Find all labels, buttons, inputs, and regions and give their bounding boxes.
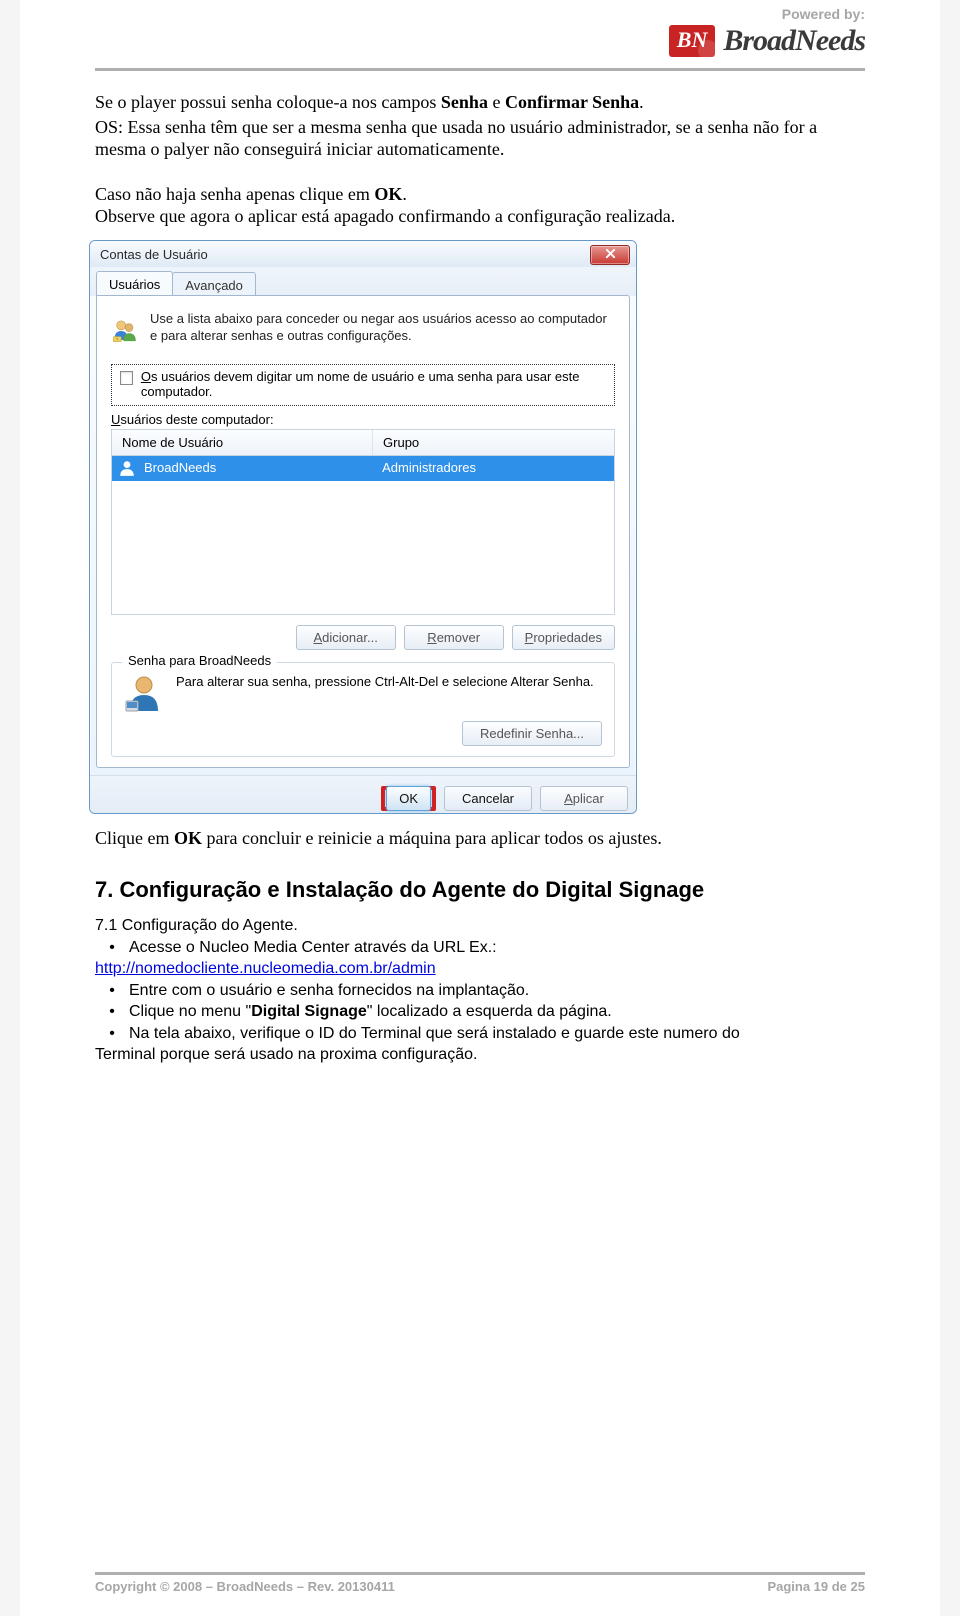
reset-password-button[interactable]: Redefinir Senha... bbox=[462, 721, 602, 746]
list-row-selected[interactable]: BroadNeeds Administradores bbox=[112, 456, 614, 481]
admin-url-link[interactable]: http://nomedocliente.nucleomedia.com.br/… bbox=[95, 960, 436, 977]
cancel-button[interactable]: Cancelar bbox=[444, 786, 532, 811]
paragraph-senha: Se o player possui senha coloque-a nos c… bbox=[95, 91, 865, 114]
tab-advanced[interactable]: Avançado bbox=[172, 272, 256, 297]
bullet-3: •Clique no menu "Digital Signage" locali… bbox=[95, 1001, 865, 1023]
header-divider bbox=[95, 68, 865, 71]
tab-strip: Usuários Avançado bbox=[90, 267, 636, 296]
footer-page-number: Pagina 19 de 25 bbox=[767, 1579, 865, 1594]
list-buttons: Adicionar... Remover Propriedades bbox=[111, 625, 615, 650]
close-icon bbox=[605, 247, 616, 262]
page-footer: Copyright © 2008 – BroadNeeds – Rev. 201… bbox=[95, 1572, 865, 1594]
dialog-titlebar: Contas de Usuário bbox=[90, 241, 636, 267]
document-page: Powered by: BN BroadNeeds Se o player po… bbox=[20, 0, 940, 1616]
bn-badge-icon: BN bbox=[669, 25, 716, 57]
user-accounts-dialog-screenshot: Contas de Usuário Usuários Avançado bbox=[89, 240, 865, 814]
ok-highlight-box: OK bbox=[381, 786, 436, 811]
users-list-label: Usuários deste computador: bbox=[111, 412, 615, 427]
bullet-4-continuation: Terminal porque será usado na proxima co… bbox=[95, 1044, 865, 1066]
bullet-4: •Na tela abaixo, verifique o ID do Termi… bbox=[95, 1023, 865, 1045]
add-button[interactable]: Adicionar... bbox=[296, 625, 396, 650]
dialog-footer-buttons: OK Cancelar Aplicar bbox=[90, 775, 636, 813]
intro-text: Use a lista abaixo para conceder ou nega… bbox=[150, 310, 615, 345]
users-icon bbox=[111, 310, 138, 352]
tab-users[interactable]: Usuários bbox=[96, 271, 173, 296]
users-listbox[interactable]: BroadNeeds Administradores bbox=[111, 455, 615, 615]
brand-title: BroadNeeds bbox=[723, 24, 865, 58]
bullet-1: •Acesse o Nucleo Media Center através da… bbox=[95, 937, 865, 959]
list-header: Nome de Usuário Grupo bbox=[111, 429, 615, 455]
brand-logo-block: BN BroadNeeds bbox=[95, 24, 865, 58]
section-heading-7-1: 7.1 Configuração do Agente. bbox=[95, 917, 865, 935]
footer-copyright: Copyright © 2008 – BroadNeeds – Rev. 201… bbox=[95, 1579, 395, 1594]
bullet-1-link: http://nomedocliente.nucleomedia.com.br/… bbox=[95, 958, 865, 980]
password-groupbox: Senha para BroadNeeds Para alterar sua s… bbox=[111, 662, 615, 757]
remove-button[interactable]: Remover bbox=[404, 625, 504, 650]
apply-button[interactable]: Aplicar bbox=[540, 786, 628, 811]
col-username[interactable]: Nome de Usuário bbox=[112, 430, 373, 455]
dialog-title-text: Contas de Usuário bbox=[100, 247, 208, 262]
require-login-label: Os usuários devem digitar um nome de usu… bbox=[141, 369, 606, 399]
row-group: Administradores bbox=[382, 460, 608, 475]
paragraph-ok: Clique em OK para concluir e reinicie a … bbox=[95, 828, 865, 849]
group-title: Senha para BroadNeeds bbox=[122, 653, 277, 668]
close-button[interactable] bbox=[590, 245, 630, 265]
user-row-icon bbox=[118, 459, 136, 477]
user-accounts-dialog: Contas de Usuário Usuários Avançado bbox=[89, 240, 637, 814]
row-user: BroadNeeds bbox=[142, 460, 382, 475]
paragraph-caso: Caso não haja senha apenas clique em OK.… bbox=[95, 183, 865, 228]
section-heading-7: 7. Configuração e Instalação do Agente d… bbox=[95, 877, 865, 903]
require-login-checkbox-row[interactable]: Os usuários devem digitar um nome de usu… bbox=[111, 364, 615, 406]
footer-divider bbox=[95, 1572, 865, 1575]
powered-by-label: Powered by: bbox=[95, 6, 865, 22]
password-user-icon bbox=[124, 673, 164, 713]
password-instruction: Para alterar sua senha, pressione Ctrl-A… bbox=[176, 673, 602, 691]
ok-button[interactable]: OK bbox=[386, 786, 431, 811]
paragraph-os: OS: Essa senha têm que ser a mesma senha… bbox=[95, 116, 865, 161]
bullet-2: •Entre com o usuário e senha fornecidos … bbox=[95, 980, 865, 1002]
checkbox-icon[interactable] bbox=[120, 371, 133, 385]
intro-block: Use a lista abaixo para conceder ou nega… bbox=[111, 310, 615, 352]
dialog-body: Use a lista abaixo para conceder ou nega… bbox=[96, 295, 630, 768]
col-group[interactable]: Grupo bbox=[373, 430, 614, 455]
properties-button[interactable]: Propriedades bbox=[512, 625, 615, 650]
